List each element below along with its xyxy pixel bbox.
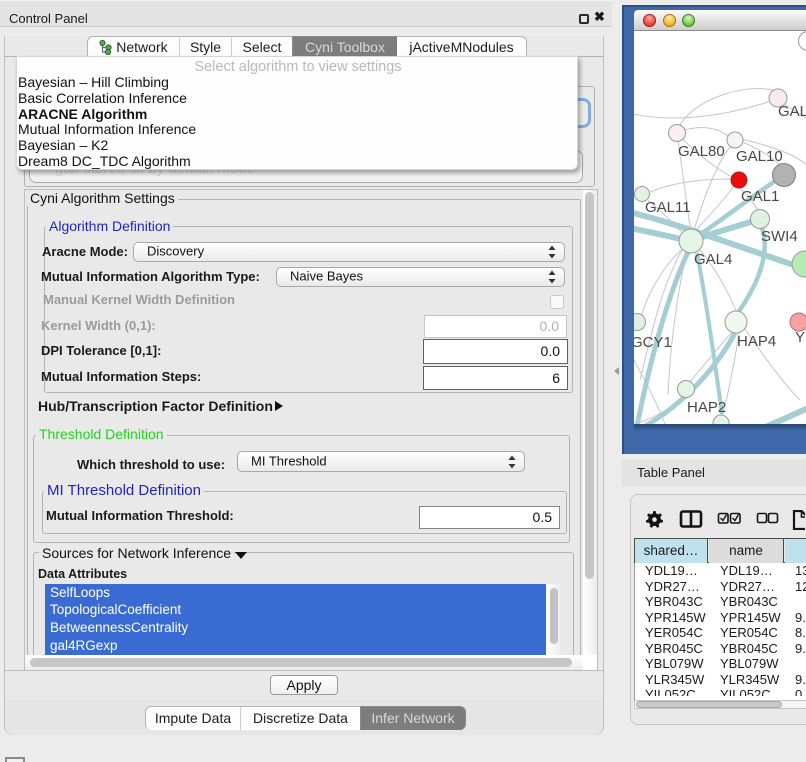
svg-text:SWI4: SWI4: [761, 228, 798, 245]
svg-text:GAL4: GAL4: [694, 251, 732, 268]
svg-text:GAL1: GAL1: [741, 188, 779, 205]
svg-text:GAL: GAL: [778, 103, 806, 120]
svg-text:GAL80: GAL80: [678, 143, 725, 160]
svg-text:GAL10: GAL10: [736, 148, 783, 165]
svg-text:Y: Y: [795, 329, 805, 346]
svg-text:HAP2: HAP2: [687, 399, 726, 416]
svg-text:HAP4: HAP4: [737, 333, 776, 350]
svg-text:GAL11: GAL11: [645, 199, 691, 216]
svg-text:GCY1: GCY1: [634, 334, 672, 351]
